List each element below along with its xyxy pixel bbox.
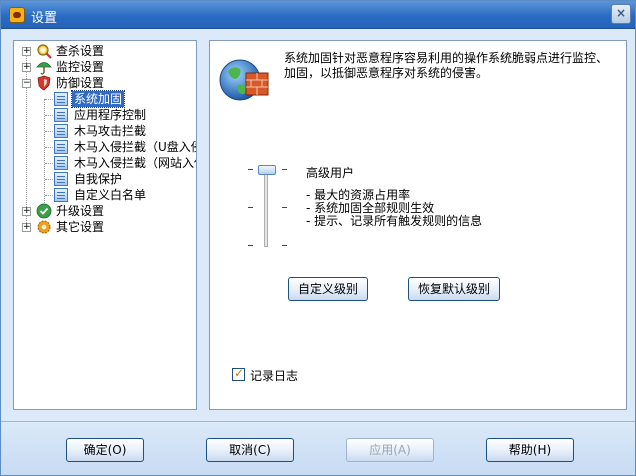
window-title: 设置 — [31, 11, 58, 26]
tree-item-label: 木马攻击拦截 — [74, 124, 147, 138]
custom-level-button[interactable]: 自定义级别 — [288, 277, 368, 301]
log-checkbox-label[interactable]: 记录日志 — [250, 367, 298, 384]
tree-item-label: 系统加固 — [70, 90, 126, 108]
level-detail-line: - 提示、记录所有触发规则的信息 — [306, 214, 483, 228]
slider-tick — [248, 245, 253, 246]
settings-page-icon — [54, 124, 68, 138]
panel-description: 系统加固针对恶意程序容易利用的操作系统脆弱点进行监控、加固，以抵御恶意程序对系统… — [284, 51, 609, 80]
tree-item-label: 木马入侵拦截（U盘入侵 — [74, 140, 197, 154]
ok-button[interactable]: 确定(O) — [66, 438, 144, 462]
settings-page-icon — [54, 156, 68, 170]
collapse-toggle[interactable]: − — [22, 79, 31, 88]
security-level-track[interactable] — [264, 169, 268, 247]
slider-tick — [282, 169, 287, 170]
settings-page-icon — [54, 172, 68, 186]
app-logo-icon — [9, 7, 25, 23]
gear-icon — [37, 220, 51, 234]
close-button[interactable]: × — [611, 4, 631, 24]
update-check-icon — [36, 203, 52, 219]
umbrella-icon — [36, 62, 52, 75]
slider-tick — [248, 207, 253, 208]
settings-page-icon — [54, 108, 68, 122]
shield-icon — [37, 75, 51, 91]
apply-button[interactable]: 应用(A) — [346, 438, 434, 462]
slider-tick — [248, 169, 253, 170]
expand-toggle[interactable]: + — [22, 47, 31, 56]
log-checkbox[interactable] — [232, 366, 245, 381]
restore-default-level-button[interactable]: 恢复默认级别 — [408, 277, 500, 301]
settings-tree: + 查杀设置 + 监控设置 − 防御设置 系统加固 应用程序控制 木马攻击拦截 … — [13, 40, 197, 410]
tree-item-system-hardening[interactable]: 系统加固 — [14, 90, 196, 108]
tree-item-label: 监控设置 — [56, 60, 105, 74]
settings-window: 设置 × + 查杀设置 + 监控设置 − 防御设置 系统加固 应用程序控制 木马… — [0, 0, 636, 476]
tree-item-other-settings[interactable]: + 其它设置 — [14, 219, 196, 235]
tree-item-web-intrusion-block[interactable]: 木马入侵拦截（网站入侵 — [14, 155, 196, 171]
expand-toggle[interactable]: + — [22, 223, 31, 232]
tree-item-update-settings[interactable]: + 升级设置 — [14, 203, 196, 219]
cancel-button[interactable]: 取消(C) — [206, 438, 294, 462]
tree-item-label: 防御设置 — [56, 76, 105, 90]
tree-item-label: 自我保护 — [74, 172, 123, 186]
slider-tick — [282, 245, 287, 246]
settings-page-icon — [54, 140, 68, 154]
tree-item-label: 查杀设置 — [56, 44, 105, 58]
level-title: 高级用户 — [306, 166, 355, 180]
settings-page-icon — [54, 92, 68, 106]
tree-item-label: 升级设置 — [56, 204, 105, 218]
tree-item-usb-intrusion-block[interactable]: 木马入侵拦截（U盘入侵 — [14, 139, 196, 155]
expand-toggle[interactable]: + — [22, 207, 31, 216]
tree-item-monitor-settings[interactable]: + 监控设置 — [14, 59, 196, 75]
slider-tick — [282, 207, 287, 208]
settings-page-icon — [54, 188, 68, 202]
tree-item-label: 自定义白名单 — [74, 188, 147, 202]
system-hardening-panel: 系统加固针对恶意程序容易利用的操作系统脆弱点进行监控、加固，以抵御恶意程序对系统… — [209, 40, 627, 410]
tree-item-app-control[interactable]: 应用程序控制 — [14, 107, 196, 123]
magnifier-icon — [37, 44, 52, 59]
tree-item-self-protection[interactable]: 自我保护 — [14, 171, 196, 187]
title-bar[interactable]: 设置 × — [1, 1, 635, 29]
expand-toggle[interactable]: + — [22, 63, 31, 72]
tree-item-trojan-attack-block[interactable]: 木马攻击拦截 — [14, 123, 196, 139]
dialog-content: + 查杀设置 + 监控设置 − 防御设置 系统加固 应用程序控制 木马攻击拦截 … — [7, 34, 629, 416]
help-button[interactable]: 帮助(H) — [486, 438, 574, 462]
tree-item-custom-whitelist[interactable]: 自定义白名单 — [14, 187, 196, 203]
dialog-button-bar: 确定(O) 取消(C) 应用(A) 帮助(H) — [1, 421, 635, 475]
tree-item-defense-settings[interactable]: − 防御设置 — [14, 75, 196, 91]
security-level-slider[interactable] — [258, 165, 276, 175]
firewall-globe-icon — [219, 59, 269, 101]
tree-item-scan-settings[interactable]: + 查杀设置 — [14, 43, 196, 59]
tree-item-label: 木马入侵拦截（网站入侵 — [74, 156, 197, 170]
tree-item-label: 其它设置 — [56, 220, 105, 234]
tree-item-label: 应用程序控制 — [74, 108, 147, 122]
